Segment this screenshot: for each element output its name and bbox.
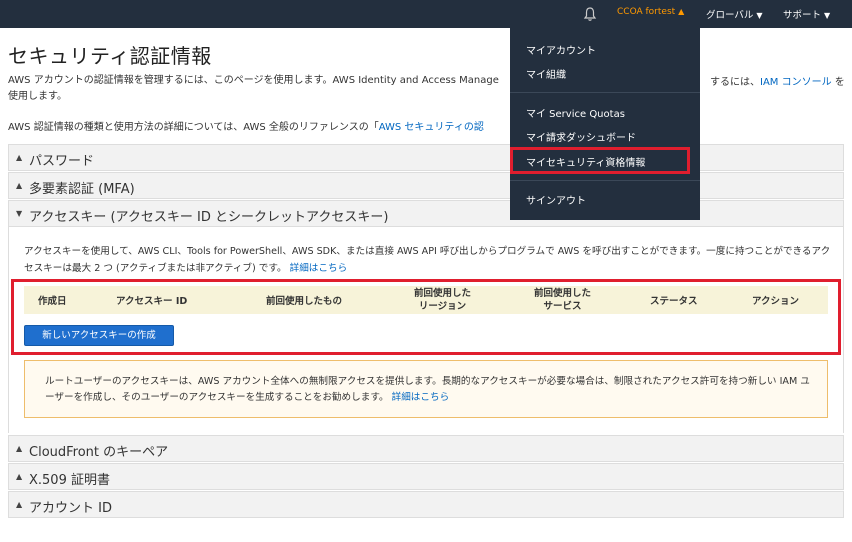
section-label: アカウント ID — [29, 501, 112, 516]
caret-down-icon: ▼ — [756, 11, 763, 20]
warning-details-link[interactable]: 詳細はこちら — [392, 392, 450, 403]
triangle-down-icon: ▼ — [16, 209, 23, 218]
intro-right: するには、IAM コンソール を — [710, 73, 845, 88]
caret-up-icon: ▲ — [678, 7, 685, 16]
region-menu[interactable]: グローバル ▼ — [706, 7, 763, 21]
menu-my-billing-dashboard[interactable]: マイ請求ダッシュボード — [526, 129, 636, 144]
reference-text: AWS 認証情報の種類と使用方法の詳細については、AWS 全般のリファレンスの「… — [8, 118, 484, 133]
section-cloudfront[interactable]: ▲ CloudFront のキーペア — [8, 435, 844, 462]
details-link[interactable]: 詳細はこちら — [290, 263, 348, 274]
highlight-box-menu — [510, 147, 690, 174]
iam-console-link[interactable]: IAM コンソール — [760, 77, 832, 88]
support-label: サポート — [783, 10, 822, 21]
triangle-up-icon: ▲ — [16, 500, 23, 509]
description-text: アクセスキーを使用して、AWS CLI、Tools for PowerShell… — [24, 246, 831, 274]
access-keys-description: アクセスキーを使用して、AWS CLI、Tools for PowerShell… — [24, 243, 832, 277]
section-label: パスワード — [29, 154, 95, 169]
page-title: セキュリティ認証情報 — [8, 44, 212, 68]
menu-divider — [510, 180, 700, 181]
aws-security-link[interactable]: AWS セキュリティの認 — [379, 122, 484, 133]
account-dropdown: マイアカウント マイ組織 マイ Service Quotas マイ請求ダッシュボ… — [510, 28, 700, 220]
section-x509[interactable]: ▲ X.509 証明書 — [8, 463, 844, 490]
intro-right-suffix: を — [831, 77, 845, 88]
reference-prefix: AWS 認証情報の種類と使用方法の詳細については、AWS 全般のリファレンスの「 — [8, 122, 379, 133]
support-menu[interactable]: サポート ▼ — [783, 7, 830, 21]
intro-line-2: 使用します。 — [8, 91, 67, 102]
triangle-up-icon: ▲ — [16, 444, 23, 453]
root-key-warning: ルートユーザーのアクセスキーは、AWS アカウント全体への無制限アクセスを提供し… — [24, 360, 828, 418]
intro-right-prefix: するには、 — [710, 77, 760, 88]
section-access-keys[interactable]: ▼ アクセスキー (アクセスキー ID とシークレットアクセスキー) — [8, 200, 844, 227]
bell-icon[interactable] — [583, 6, 597, 22]
section-label: 多要素認証 (MFA) — [29, 182, 135, 197]
account-menu[interactable]: CCOA fortest ▲ — [617, 7, 684, 17]
menu-my-account[interactable]: マイアカウント — [526, 42, 596, 57]
section-label: アクセスキー (アクセスキー ID とシークレットアクセスキー) — [29, 210, 389, 225]
highlight-box-table — [11, 279, 841, 355]
section-password[interactable]: ▲ パスワード — [8, 144, 844, 171]
menu-sign-out[interactable]: サインアウト — [526, 192, 586, 207]
triangle-up-icon: ▲ — [16, 181, 23, 190]
triangle-up-icon: ▲ — [16, 153, 23, 162]
caret-down-icon: ▼ — [824, 11, 831, 20]
section-label: CloudFront のキーペア — [29, 445, 169, 460]
section-label: X.509 証明書 — [29, 473, 110, 488]
section-account-id[interactable]: ▲ アカウント ID — [8, 491, 844, 518]
menu-divider — [510, 92, 700, 93]
warning-text: ルートユーザーのアクセスキーは、AWS アカウント全体への無制限アクセスを提供し… — [45, 374, 815, 406]
menu-my-organization[interactable]: マイ組織 — [526, 66, 566, 81]
account-name: CCOA fortest — [617, 7, 676, 17]
region-label: グローバル — [706, 10, 754, 21]
top-nav: CCOA fortest ▲ グローバル ▼ サポート ▼ — [0, 0, 852, 28]
triangle-up-icon: ▲ — [16, 472, 23, 481]
section-mfa[interactable]: ▲ 多要素認証 (MFA) — [8, 172, 844, 199]
menu-my-service-quotas[interactable]: マイ Service Quotas — [526, 105, 625, 120]
